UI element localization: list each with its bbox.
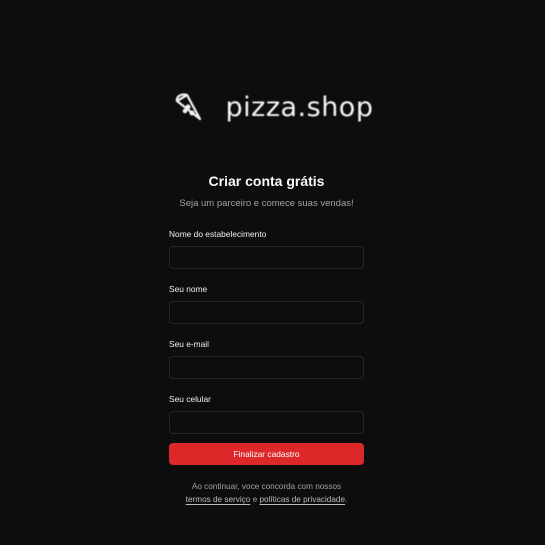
- legal-text: Ao continuar, voce concorda com nossos: [191, 482, 342, 491]
- field-email: Seu e-mail: [169, 338, 364, 379]
- your-name-input[interactable]: [169, 301, 364, 324]
- field-phone: Seu celular: [169, 393, 364, 434]
- brand-name: pizza.shop: [225, 91, 374, 123]
- privacy-policy-link[interactable]: políticas de privacidade: [259, 495, 345, 504]
- field-store-name: Nome do estabelecimento: [169, 228, 364, 269]
- store-name-label: Nome do estabelecimento: [169, 229, 267, 239]
- submit-button[interactable]: Finalizar cadastro: [169, 443, 364, 465]
- page-title: Criar conta grátis: [208, 173, 325, 189]
- legal-connector: e: [252, 495, 258, 504]
- phone-input[interactable]: [169, 411, 364, 434]
- email-input[interactable]: [169, 356, 364, 379]
- store-name-input[interactable]: [169, 246, 364, 269]
- phone-label: Seu celular: [169, 394, 211, 404]
- legal-period: .: [345, 495, 348, 504]
- terms-of-service-link[interactable]: termos de serviço: [186, 495, 251, 504]
- pizza-slice-icon: [175, 93, 201, 121]
- field-your-name: Seu nome: [169, 283, 364, 324]
- legal-notice: Ao continuar, voce concorda com nossos t…: [169, 480, 364, 506]
- signup-form: Criar conta grátis Seja um parceiro e co…: [169, 171, 364, 506]
- email-label: Seu e-mail: [169, 339, 210, 349]
- brand-logo: pizza.shop: [0, 86, 545, 128]
- your-name-label: Seu nome: [169, 284, 208, 294]
- page-subtitle: Seja um parceiro e comece suas vendas!: [179, 198, 354, 209]
